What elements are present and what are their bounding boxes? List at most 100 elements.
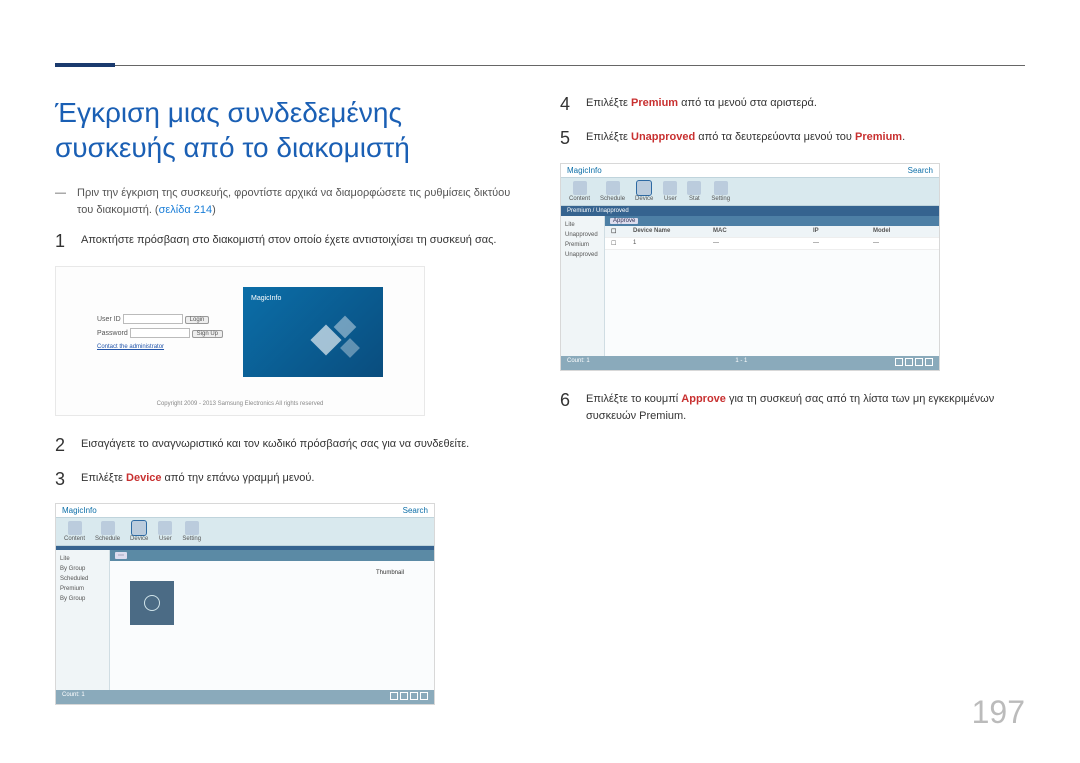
sidebar-item[interactable]: Lite — [565, 220, 600, 230]
step-text: Επιλέξτε το κουμπί Approve για τη συσκευ… — [586, 391, 1025, 426]
login-button[interactable]: Login — [185, 316, 210, 324]
toolbar-setting[interactable]: Setting — [711, 181, 730, 202]
toolbar-schedule[interactable]: Schedule — [95, 521, 120, 542]
keyword-device: Device — [126, 472, 161, 484]
step-6: 6 Επιλέξτε το κουμπί Approve για τη συσκ… — [560, 391, 1025, 426]
sidebar-item[interactable]: By Group — [60, 594, 105, 604]
keyword-premium-2: Premium — [855, 131, 902, 143]
step-number: 3 — [55, 470, 81, 490]
note-dash: ― — [55, 185, 77, 203]
tb-label: Setting — [182, 536, 201, 542]
tb-label: User — [664, 196, 677, 202]
login-copyright: Copyright 2009 - 2013 Samsung Electronic… — [64, 401, 416, 407]
list-header: ☐Device NameMACIPModel — [605, 226, 939, 238]
approve-button[interactable]: Approve — [610, 218, 638, 224]
subbar-label: Premium / Unapproved — [567, 208, 629, 214]
step-1: 1 Αποκτήστε πρόσβαση στο διακομιστή στον… — [55, 232, 520, 252]
step-4: 4 Επιλέξτε Premium από τα μενού στα αρισ… — [560, 95, 1025, 115]
status-boxes — [388, 692, 428, 702]
t: από τα μενού στα αριστερά. — [678, 97, 817, 109]
t: από τα δευτερεύοντα μενού του — [695, 131, 855, 143]
toolbar-stat[interactable]: Stat — [687, 181, 701, 202]
app-brand: MagicInfo — [62, 506, 97, 515]
step-number: 2 — [55, 436, 81, 456]
step-number: 6 — [560, 391, 586, 411]
login-pass-label: Password — [97, 330, 128, 337]
power-icon — [144, 595, 160, 611]
sidebar: Lite By Group Scheduled Premium By Group — [56, 550, 110, 690]
t: από την επάνω γραμμή μενού. — [162, 472, 315, 484]
toolbar-device[interactable]: Device — [130, 521, 148, 542]
keyword-premium: Premium — [631, 97, 678, 109]
tb-label: User — [159, 536, 172, 542]
step-number: 4 — [560, 95, 586, 115]
tb-label: Content — [569, 196, 590, 202]
tb-label: Device — [130, 536, 148, 542]
keyword-unapproved: Unapproved — [631, 131, 695, 143]
tb-label: Setting — [711, 196, 730, 202]
thumb-toggle[interactable]: Thumbnail — [376, 570, 404, 576]
step-number: 1 — [55, 232, 81, 252]
keyword-approve: Approve — [681, 393, 726, 405]
login-brand-panel: MagicInfo — [243, 287, 383, 377]
login-user-label: User ID — [97, 316, 121, 323]
app-brand: MagicInfo — [567, 166, 602, 175]
signup-button[interactable]: Sign Up — [192, 330, 223, 338]
toolbar-setting[interactable]: Setting — [182, 521, 201, 542]
t: Επιλέξτε — [586, 131, 631, 143]
t: Επιλέξτε — [81, 472, 126, 484]
app-search[interactable]: Search — [403, 506, 428, 515]
toolbar-user[interactable]: User — [663, 181, 677, 202]
screenshot-device-menu: MagicInfoSearch Content Schedule Device … — [55, 503, 435, 705]
toolbar-user[interactable]: User — [158, 521, 172, 542]
sidebar-item[interactable]: Premium — [60, 584, 105, 594]
status-boxes — [893, 358, 933, 368]
list-row[interactable]: ☐1——— — [605, 238, 939, 250]
step-3: 3 Επιλέξτε Device από την επάνω γραμμή μ… — [55, 470, 520, 490]
login-user-input[interactable] — [123, 314, 183, 324]
login-pass-input[interactable] — [130, 328, 190, 338]
t: Επιλέξτε — [586, 97, 631, 109]
pre-note: Πριν την έγκριση της συσκευής, φροντίστε… — [77, 185, 520, 218]
band-chip[interactable]: ⋯ — [115, 552, 127, 559]
step-5: 5 Επιλέξτε Unapproved από τα δευτερεύοντ… — [560, 129, 1025, 149]
note-suffix: ) — [212, 204, 216, 216]
page-link[interactable]: σελίδα 214 — [159, 204, 213, 216]
step-text: Αποκτήστε πρόσβαση στο διακομιστή στον ο… — [81, 232, 496, 250]
sidebar-item[interactable]: Lite — [60, 554, 105, 564]
contact-admin-link[interactable]: Contact the administrator — [97, 344, 223, 350]
screenshot-login: User ID Login Password Sign Up Contact t… — [55, 266, 425, 416]
step-text: Εισαγάγετε το αναγνωριστικό και τον κωδι… — [81, 436, 469, 454]
sidebar: Lite Unapproved Premium Unapproved — [561, 216, 605, 356]
t: Επιλέξτε το κουμπί — [586, 393, 681, 405]
sidebar-item[interactable]: Unapproved — [565, 230, 600, 240]
toolbar-device[interactable]: Device — [635, 181, 653, 202]
sidebar-item[interactable]: Scheduled — [60, 574, 105, 584]
toolbar-schedule[interactable]: Schedule — [600, 181, 625, 202]
page-number: 197 — [972, 694, 1025, 731]
tb-label: Content — [64, 536, 85, 542]
page-heading: Έγκριση μιας συνδεδεμένης συσκευής από τ… — [55, 95, 520, 165]
step-text: Επιλέξτε Premium από τα μενού στα αριστε… — [586, 95, 817, 113]
step-text: Επιλέξτε Unapproved από τα δευτερεύοντα … — [586, 129, 905, 147]
step-number: 5 — [560, 129, 586, 149]
status-count: Count: 1 — [62, 692, 85, 702]
toolbar-content[interactable]: Content — [569, 181, 590, 202]
sidebar-item[interactable]: By Group — [60, 564, 105, 574]
tb-label: Schedule — [600, 196, 625, 202]
t: . — [902, 131, 905, 143]
screenshot-unapproved-list: MagicInfoSearch Content Schedule Device … — [560, 163, 940, 371]
tb-label: Device — [635, 196, 653, 202]
status-count: Count: 1 — [567, 358, 590, 368]
device-tile[interactable] — [130, 581, 174, 625]
status-range: 1 - 1 — [735, 358, 747, 368]
sidebar-item[interactable]: Premium — [565, 240, 600, 250]
step-text: Επιλέξτε Device από την επάνω γραμμή μεν… — [81, 470, 314, 488]
brand-text: MagicInfo — [251, 295, 281, 302]
step-2: 2 Εισαγάγετε το αναγνωριστικό και τον κω… — [55, 436, 520, 456]
sidebar-item-unapproved[interactable]: Unapproved — [565, 250, 600, 260]
tb-label: Stat — [689, 196, 700, 202]
app-search[interactable]: Search — [908, 166, 933, 175]
toolbar-content[interactable]: Content — [64, 521, 85, 542]
tb-label: Schedule — [95, 536, 120, 542]
